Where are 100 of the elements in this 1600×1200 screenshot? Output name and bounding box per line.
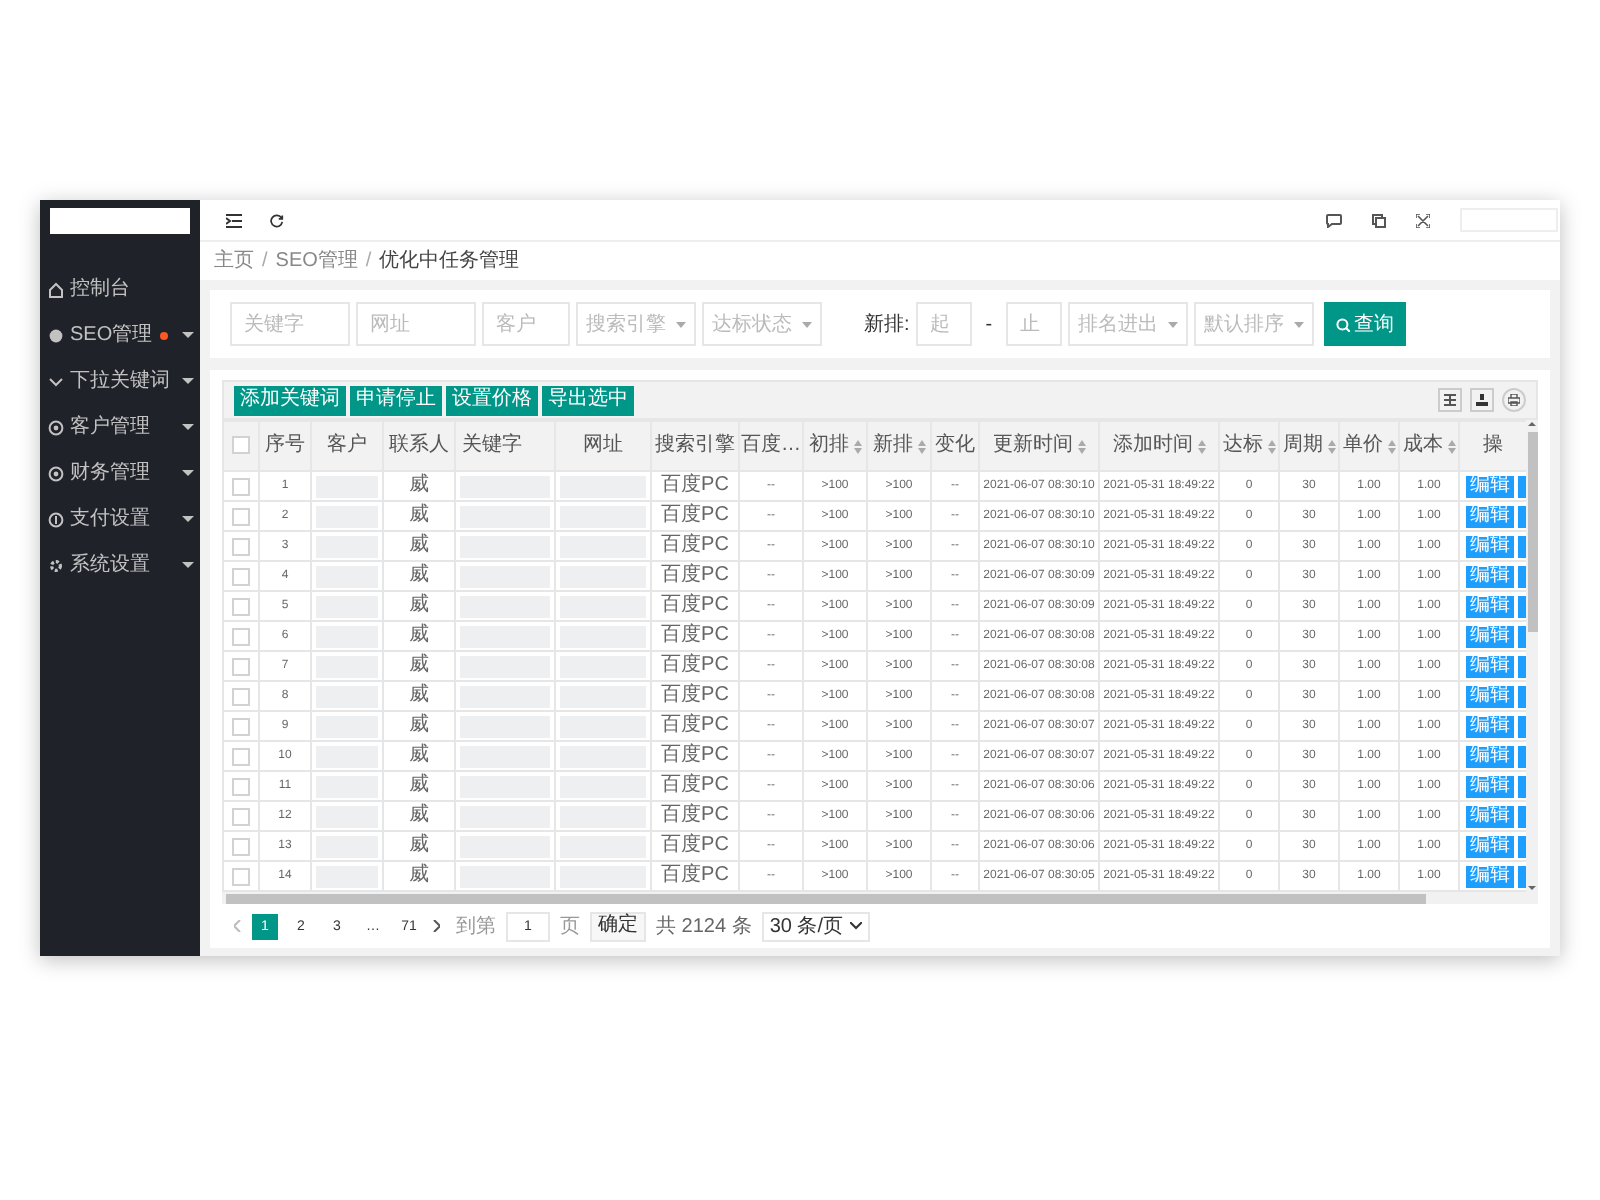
sidebar-item[interactable]: 支付设置 [40,496,200,542]
copy-icon[interactable] [1372,213,1386,227]
sidebar-item[interactable]: SEO管理 [40,312,200,358]
confirm-button[interactable]: 确定 [590,911,646,941]
redacted-bar [460,535,550,557]
sort-icon[interactable] [1387,439,1395,453]
next-page-icon[interactable] [432,920,440,932]
caret-icon [182,516,194,522]
refresh-icon[interactable] [270,213,284,227]
sort-icon[interactable] [1077,439,1085,453]
breadcrumb-separator: / [262,248,268,276]
input-field[interactable]: 客户 [482,302,570,346]
sidebar-item[interactable]: 系统设置 [40,542,200,588]
sidebar-item[interactable]: 客户管理 [40,404,200,450]
checkbox[interactable] [232,627,250,645]
action-button[interactable] [1518,775,1525,797]
checkbox[interactable] [232,657,250,675]
horizontal-scrollbar[interactable] [222,892,1538,904]
action-button[interactable] [1518,535,1525,557]
table-cell: 威 [409,474,429,496]
checkbox[interactable] [232,807,250,825]
chat-icon[interactable] [1326,213,1342,227]
breadcrumb-link[interactable]: 主页 [214,246,254,276]
checkbox[interactable] [232,477,250,495]
select-field[interactable]: 排名进出 [1068,302,1189,346]
checkbox[interactable] [232,867,250,885]
caret-icon [182,332,194,338]
sort-icon[interactable] [1197,439,1205,453]
sort-icon[interactable] [917,439,925,453]
action-button[interactable] [1518,805,1525,827]
fullscreen-icon[interactable] [1416,213,1430,227]
action-button[interactable] [1518,715,1525,737]
action-button[interactable] [1518,685,1525,707]
gear-icon [48,557,64,573]
action-button[interactable] [1518,595,1525,617]
action-button[interactable] [1518,625,1525,647]
export-icon[interactable] [1470,388,1494,412]
toolbar-button[interactable]: 申请停止 [350,385,442,415]
select-field[interactable]: 达标状态 [702,302,822,346]
page-size-select[interactable]: 30 条/页 [761,911,869,941]
caret-icon [182,378,194,384]
sort-icon[interactable] [853,439,861,453]
toolbar-button[interactable]: 导出选中 [542,385,634,415]
redacted-bar [560,715,646,737]
sort-icon[interactable] [1267,439,1275,453]
action-button[interactable] [1518,475,1525,497]
action-button[interactable] [1518,565,1525,587]
checkbox[interactable] [232,507,250,525]
select-field[interactable]: 默认排序 [1194,302,1315,346]
toolbar-button[interactable]: 设置价格 [446,385,538,415]
checkbox[interactable] [232,687,250,705]
sidebar-item[interactable]: 下拉关键词 [40,358,200,404]
checkbox[interactable] [232,837,250,855]
redacted-bar [316,625,378,647]
input-field[interactable]: 起 [915,302,972,346]
breadcrumb-link[interactable]: SEO管理 [275,246,358,276]
prev-page-icon[interactable] [234,920,242,932]
checkbox[interactable] [232,567,250,585]
table-cell: 百度PC [661,744,729,766]
redacted-bar [316,775,378,797]
checkbox[interactable] [232,537,250,555]
menu-icon[interactable] [226,213,242,227]
checkbox[interactable] [232,717,250,735]
select-field[interactable]: 搜索引擎 [576,302,696,346]
table-cell: 百度PC [661,864,729,886]
caret-icon [182,470,194,476]
redacted-bar [460,655,550,677]
breadcrumb-link[interactable]: 优化中任务管理 [379,246,520,276]
input-field[interactable]: 止 [1006,302,1063,346]
input-field[interactable]: 关键字 [230,302,350,346]
action-button[interactable] [1518,835,1525,857]
checkbox[interactable] [232,777,250,795]
print-icon[interactable] [1502,388,1526,412]
total-count: 共 2124 条 [656,913,752,941]
sort-icon[interactable] [1327,439,1335,453]
table-cell: 百度PC [661,714,729,736]
toolbar-button[interactable]: 添加关键词 [234,385,346,415]
redacted-bar [316,805,378,827]
redacted-bar [560,625,646,647]
table-cell: 威 [409,564,429,586]
redacted-bar [560,655,646,677]
sidebar-item[interactable]: 控制台 [40,266,200,312]
table-cell: 百度PC [661,564,729,586]
checkbox[interactable] [232,597,250,615]
columns-icon[interactable] [1438,388,1462,412]
vertical-scrollbar[interactable] [1526,420,1538,892]
target-icon [48,419,64,435]
action-button[interactable] [1518,865,1525,887]
checkbox[interactable] [232,747,250,765]
input-field[interactable]: 网址 [356,302,476,346]
sort-icon[interactable] [1447,439,1455,453]
sidebar-item[interactable]: 财务管理 [40,450,200,496]
user-menu[interactable] [1460,208,1558,232]
table-cell: 百度PC [661,774,729,796]
chevron-icon [48,373,64,389]
action-button[interactable] [1518,745,1525,767]
action-button[interactable] [1518,505,1525,527]
search-button[interactable]: 查询 [1324,302,1407,346]
checkbox[interactable] [232,436,250,455]
action-button[interactable] [1518,655,1525,677]
